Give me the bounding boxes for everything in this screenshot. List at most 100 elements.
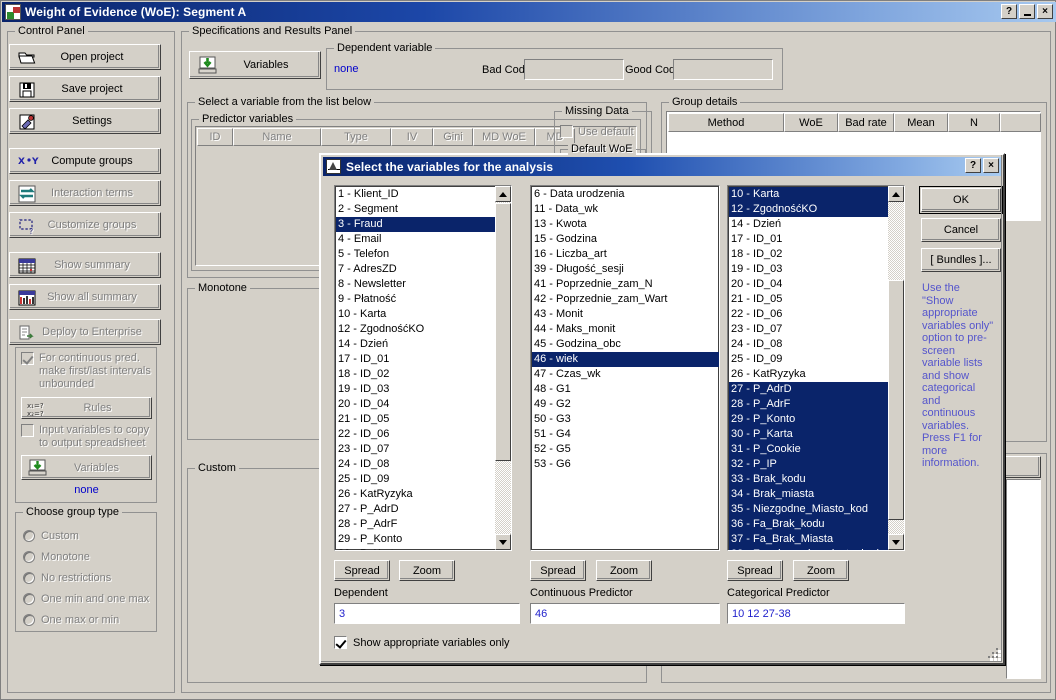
- lower-right-field[interactable]: [1006, 479, 1041, 679]
- bad-code-field[interactable]: [524, 59, 624, 80]
- list-item[interactable]: 19 - ID_03: [336, 382, 497, 397]
- dependent-list-scrollbar[interactable]: [495, 186, 511, 550]
- list-item[interactable]: 4 - Email: [336, 232, 497, 247]
- scroll-up-arrow-icon[interactable]: [888, 186, 904, 202]
- list-item[interactable]: 25 - ID_09: [729, 352, 890, 367]
- customize-groups-button[interactable]: ? Customize groups: [9, 212, 161, 238]
- cancel-button[interactable]: Cancel: [921, 218, 1001, 242]
- show-all-summary-button[interactable]: Show all summary: [9, 284, 161, 310]
- categorical-list-scrollbar[interactable]: [888, 186, 904, 550]
- list-item[interactable]: 13 - Kwota: [532, 217, 719, 232]
- good-code-field[interactable]: [673, 59, 773, 80]
- scroll-up-arrow-icon[interactable]: [495, 186, 511, 202]
- list-item[interactable]: 28 - P_AdrF: [336, 517, 497, 532]
- group-column-bad-rate[interactable]: Bad rate: [838, 113, 894, 132]
- radio-custom-dot[interactable]: [23, 529, 35, 542]
- list-item[interactable]: 12 - ZgodnośćKO: [336, 322, 497, 337]
- ok-button[interactable]: OK: [919, 186, 1003, 214]
- spec-variables-button[interactable]: Variables: [189, 51, 321, 79]
- column-header-iv[interactable]: IV: [391, 128, 433, 146]
- list-item[interactable]: 5 - Telefon: [336, 247, 497, 262]
- help-button[interactable]: ?: [1001, 4, 1017, 19]
- list-item[interactable]: 18 - ID_02: [336, 367, 497, 382]
- group-column-method[interactable]: Method: [668, 113, 784, 132]
- list-item[interactable]: 19 - ID_03: [729, 262, 890, 277]
- list-item[interactable]: 23 - ID_07: [729, 322, 890, 337]
- list-item[interactable]: 46 - wiek: [532, 352, 719, 367]
- continuous-input[interactable]: 46: [530, 603, 720, 624]
- list-item[interactable]: 42 - Poprzednie_zam_Wart: [532, 292, 719, 307]
- list-item[interactable]: 15 - Godzina: [532, 232, 719, 247]
- list-item[interactable]: 36 - Fa_Brak_kodu: [729, 517, 890, 532]
- continuous-spread-button[interactable]: Spread: [530, 560, 586, 581]
- close-button[interactable]: ×: [1037, 4, 1053, 19]
- list-item[interactable]: 44 - Maks_monit: [532, 322, 719, 337]
- deploy-to-enterprise-button[interactable]: Deploy to Enterprise: [9, 319, 161, 345]
- dependent-listbox[interactable]: 1 - Klient_ID 2 - Segment 3 - Fraud 4 - …: [334, 185, 512, 551]
- list-item[interactable]: 47 - Czas_wk: [532, 367, 719, 382]
- radio-one-min-one-max-dot[interactable]: [23, 592, 35, 605]
- list-item[interactable]: 39 - Długość_sesji: [532, 262, 719, 277]
- lower-right-button[interactable]: [1005, 456, 1041, 478]
- list-item[interactable]: 52 - G5: [532, 442, 719, 457]
- list-item[interactable]: 25 - ID_09: [336, 472, 497, 487]
- compute-groups-button[interactable]: X Y Compute groups: [9, 148, 161, 174]
- resize-grip-icon[interactable]: [987, 647, 1001, 661]
- list-item[interactable]: 10 - Karta: [729, 187, 890, 202]
- list-item[interactable]: 29 - P_Konto: [729, 412, 890, 427]
- list-item[interactable]: 9 - Płatność: [336, 292, 497, 307]
- continuous-unbounded-checkbox[interactable]: For continuous pred. make first/last int…: [21, 352, 153, 391]
- list-item[interactable]: 27 - P_AdrD: [729, 382, 890, 397]
- dependent-zoom-button[interactable]: Zoom: [399, 560, 455, 581]
- categorical-spread-button[interactable]: Spread: [727, 560, 783, 581]
- column-header-name[interactable]: Name: [233, 128, 321, 146]
- group-column-woe[interactable]: WoE: [784, 113, 838, 132]
- categorical-predictor-listbox[interactable]: 10 - Karta 12 - ZgodnośćKO 14 - Dzień 17…: [727, 185, 905, 551]
- group-column-extra[interactable]: [1000, 113, 1041, 132]
- list-item[interactable]: 10 - Karta: [336, 307, 497, 322]
- bundles-button[interactable]: [ Bundles ]...: [921, 248, 1001, 272]
- group-column-n[interactable]: N: [948, 113, 1000, 132]
- list-item[interactable]: 37 - Fa_Brak_Miasta: [729, 532, 890, 547]
- list-item[interactable]: 22 - ID_06: [729, 307, 890, 322]
- list-item[interactable]: 23 - ID_07: [336, 442, 497, 457]
- list-item[interactable]: 32 - P_IP: [729, 457, 890, 472]
- list-item[interactable]: 12 - ZgodnośćKO: [729, 202, 890, 217]
- show-appropriate-checkbox[interactable]: Show appropriate variables only: [334, 636, 510, 649]
- list-item[interactable]: 17 - ID_01: [729, 232, 890, 247]
- categorical-predictor-list-items[interactable]: 10 - Karta 12 - ZgodnośćKO 14 - Dzień 17…: [729, 187, 890, 550]
- list-item[interactable]: 21 - ID_05: [729, 292, 890, 307]
- continuous-predictor-list-items[interactable]: 6 - Data urodzenia 11 - Data_wk 13 - Kwo…: [532, 187, 719, 472]
- list-item[interactable]: 30 - P_Karta: [729, 427, 890, 442]
- categorical-zoom-button[interactable]: Zoom: [793, 560, 849, 581]
- list-item[interactable]: 21 - ID_05: [336, 412, 497, 427]
- list-item[interactable]: 2 - Segment: [336, 202, 497, 217]
- list-item[interactable]: 30 - P_Karta: [336, 547, 497, 550]
- group-column-mean[interactable]: Mean: [894, 113, 948, 132]
- radio-monotone[interactable]: Monotone: [23, 546, 151, 567]
- list-item[interactable]: 20 - ID_04: [729, 277, 890, 292]
- categorical-input[interactable]: 10 12 27-38: [727, 603, 905, 624]
- dependent-input[interactable]: 3: [334, 603, 520, 624]
- use-default-checkbox[interactable]: Use default: [560, 125, 634, 138]
- dialog-close-button[interactable]: ×: [983, 158, 999, 173]
- list-item[interactable]: 6 - Data urodzenia: [532, 187, 719, 202]
- scrollbar-thumb[interactable]: [888, 280, 904, 520]
- list-item[interactable]: 24 - ID_08: [336, 457, 497, 472]
- list-item[interactable]: 34 - Brak_miasta: [729, 487, 890, 502]
- minimize-button[interactable]: [1019, 4, 1035, 19]
- list-item[interactable]: 43 - Monit: [532, 307, 719, 322]
- list-item[interactable]: 14 - Dzień: [336, 337, 497, 352]
- continuous-unbounded-checkbox-box[interactable]: [21, 352, 34, 365]
- list-item[interactable]: 53 - G6: [532, 457, 719, 472]
- radio-one-max-or-min-dot[interactable]: [23, 613, 35, 626]
- list-item[interactable]: 38 - Fa_niezgodn_miasto_kod: [729, 547, 890, 550]
- list-item[interactable]: 49 - G2: [532, 397, 719, 412]
- continuous-predictor-listbox[interactable]: 6 - Data urodzenia 11 - Data_wk 13 - Kwo…: [530, 185, 720, 551]
- use-default-checkbox-box[interactable]: [560, 125, 573, 138]
- continuous-zoom-button[interactable]: Zoom: [596, 560, 652, 581]
- list-item[interactable]: 3 - Fraud: [336, 217, 497, 232]
- list-item[interactable]: 14 - Dzień: [729, 217, 890, 232]
- open-project-button[interactable]: Open project: [9, 44, 161, 70]
- scroll-down-arrow-icon[interactable]: [495, 534, 511, 550]
